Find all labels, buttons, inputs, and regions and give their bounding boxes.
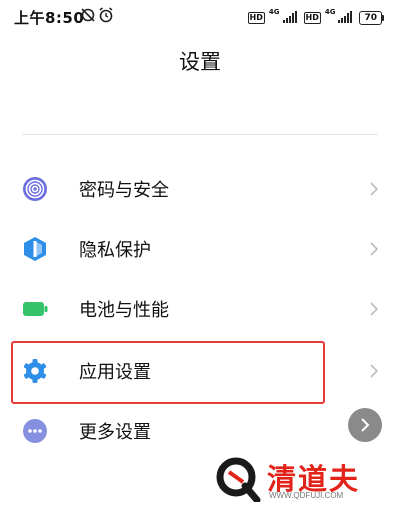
sync-off-icon	[80, 7, 96, 27]
status-bar: 上午8:50 HD 4G HD 4G 70	[0, 0, 400, 32]
network-type: 4G	[268, 8, 280, 16]
watermark-logo-icon	[215, 456, 261, 506]
page-title: 设置	[179, 50, 221, 74]
floating-arrow-button[interactable]	[348, 408, 382, 442]
hd-badge: HD	[247, 11, 265, 24]
settings-item-label: 更多设置	[79, 422, 151, 443]
hd-badge: HD	[303, 11, 321, 24]
chevron-right-icon	[369, 301, 379, 317]
chevron-right-icon	[369, 181, 379, 197]
settings-item-more-settings[interactable]: 更多设置	[0, 401, 400, 461]
more-dots-icon	[22, 418, 48, 444]
network-type: 4G	[324, 8, 336, 16]
battery-icon	[22, 296, 48, 322]
settings-item-label: 隐私保护	[79, 240, 151, 261]
alarm-icon	[98, 7, 114, 27]
signal-icon	[338, 8, 353, 27]
status-time: 上午8:50	[14, 9, 85, 27]
battery-indicator: 70	[359, 10, 384, 25]
signal-icon	[282, 8, 297, 27]
chevron-right-icon	[369, 241, 379, 257]
battery-level: 70	[359, 10, 382, 25]
highlight-annotation	[11, 341, 325, 404]
divider	[22, 134, 378, 135]
settings-item-battery-performance[interactable]: 电池与性能	[0, 279, 400, 339]
settings-item-label: 电池与性能	[79, 300, 169, 321]
fingerprint-icon	[22, 176, 48, 202]
watermark-url: WWW.QDFUJI.COM	[269, 491, 344, 500]
shield-icon	[22, 236, 48, 262]
watermark: 清道夫 WWW.QDFUJI.COM	[215, 456, 395, 504]
settings-item-label: 密码与安全	[79, 180, 169, 201]
status-indicators: HD 4G HD 4G 70	[247, 8, 384, 27]
chevron-right-icon	[369, 363, 379, 379]
settings-item-password-security[interactable]: 密码与安全	[0, 159, 400, 219]
settings-item-privacy[interactable]: 隐私保护	[0, 219, 400, 279]
